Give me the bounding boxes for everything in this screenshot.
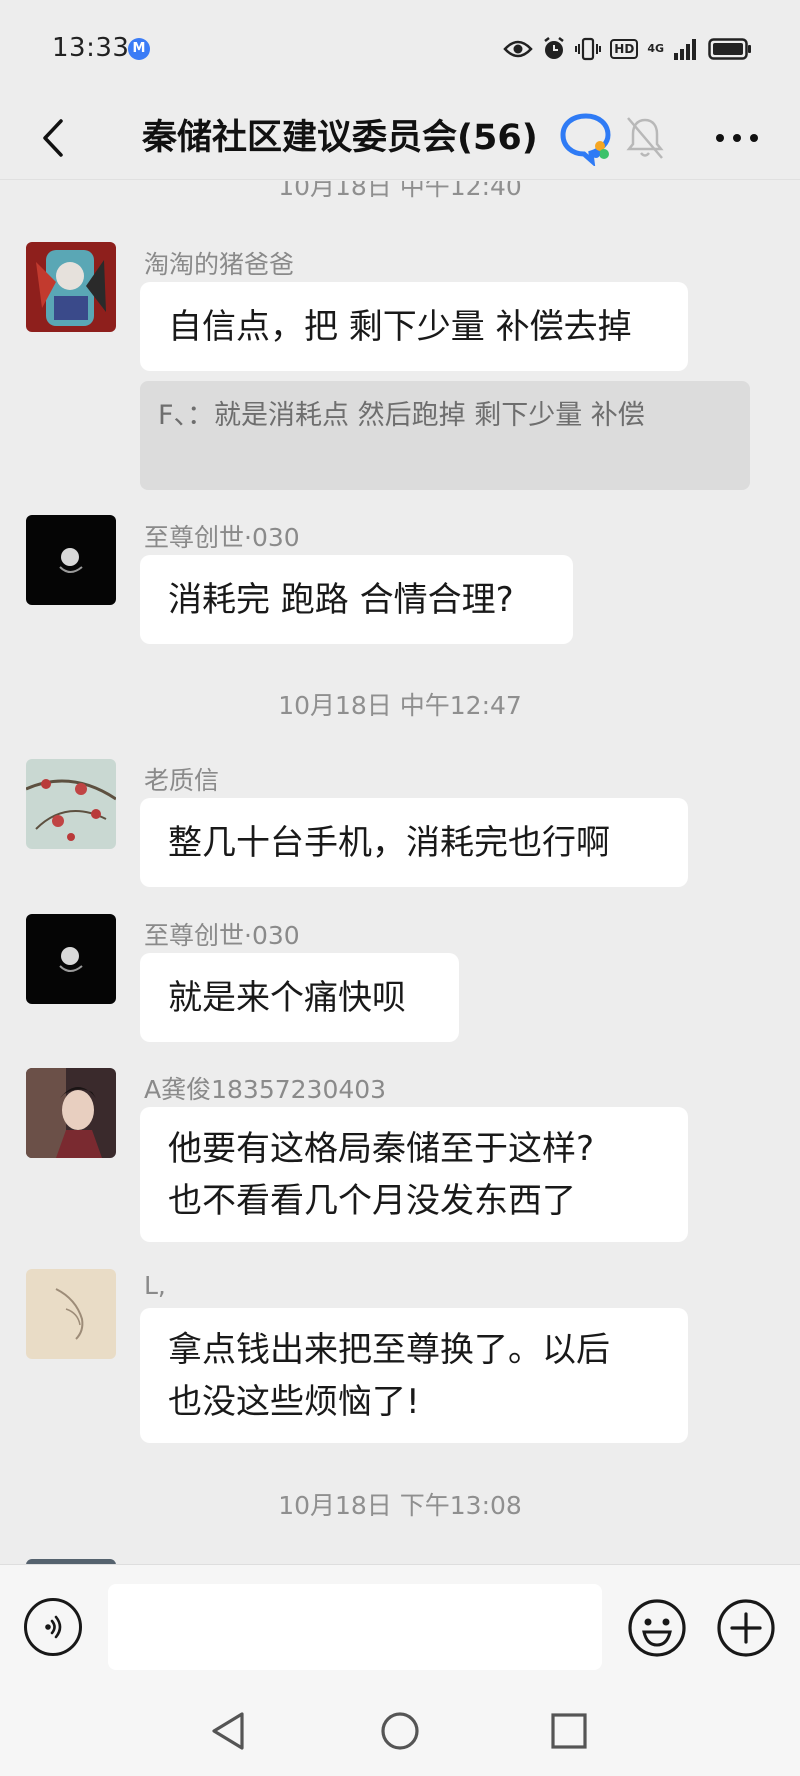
avatar[interactable] — [26, 242, 116, 332]
app-notification-icon: M — [128, 38, 150, 60]
alarm-icon — [544, 37, 565, 59]
voice-button[interactable] — [24, 1598, 82, 1656]
more-button[interactable] — [704, 110, 770, 166]
message-text: 就是来个痛快呗 — [168, 977, 406, 1018]
network-type-label: 4G — [647, 42, 664, 55]
status-time: 13:33 — [52, 33, 130, 63]
status-icons: HD 4G — [503, 34, 752, 64]
message-text: 整几十台手机，消耗完也行啊 — [168, 822, 610, 863]
sender-name: A龚俊18357230403 — [144, 1075, 387, 1104]
sender-name: 老质信 — [144, 766, 220, 795]
chat-title[interactable]: 秦储社区建议委员会(56) — [142, 96, 538, 180]
message-input[interactable] — [108, 1584, 602, 1670]
quoted-message[interactable]: F、：就是消耗点 然后跑掉 剩下少量 补偿 — [140, 381, 750, 490]
chat-header: 秦储社区建议委员会(56) — [0, 96, 800, 180]
avatar[interactable] — [26, 759, 116, 849]
sender-name: 淘淘的猪爸爸 — [144, 250, 295, 279]
message-bubble[interactable]: 他要有这格局秦储至于这样? 也不看看几个月没发东西了 — [140, 1107, 688, 1242]
back-triangle-icon[interactable] — [206, 1708, 252, 1754]
signal-icon — [674, 39, 696, 60]
home-circle-icon[interactable] — [377, 1708, 423, 1754]
message-bubble[interactable]: 拿点钱出来把至尊换了。以后 也没这些烦恼了! — [140, 1308, 688, 1443]
message-bubble[interactable]: 就是来个痛快呗 — [140, 953, 459, 1042]
chevron-left-icon — [43, 119, 63, 157]
status-bar: 13:33 M HD 4G — [0, 0, 800, 96]
timestamp: 10月18日 中午12:47 — [278, 691, 522, 720]
hd-icon: HD — [610, 39, 639, 59]
message-bubble[interactable]: 整几十台手机，消耗完也行啊 — [140, 798, 688, 887]
input-bar — [0, 1564, 800, 1686]
message-text: 他要有这格局秦储至于这样? 也不看看几个月没发东西了 — [168, 1128, 595, 1221]
avatar[interactable] — [26, 914, 116, 1004]
sender-name: 至尊创世·030 — [144, 921, 300, 950]
sender-name: 至尊创世·030 — [144, 523, 300, 552]
ellipsis-icon — [716, 134, 758, 142]
message-text: 拿点钱出来把至尊换了。以后 也没这些烦恼了! — [168, 1329, 610, 1422]
avatar[interactable] — [26, 1269, 116, 1359]
eye-icon — [503, 40, 534, 58]
voice-icon — [45, 1615, 62, 1639]
emoji-icon[interactable] — [627, 1598, 687, 1658]
avatar[interactable] — [26, 515, 116, 605]
message-list[interactable]: 10月18日 中午12:40 淘淘的猪爸爸 自信点，把 剩下少量 补偿去掉 F、… — [0, 181, 800, 1564]
system-navigation-bar — [0, 1686, 800, 1776]
recents-square-icon[interactable] — [546, 1708, 592, 1754]
message-text: 自信点，把 剩下少量 补偿去掉 — [168, 306, 632, 347]
message-bubble[interactable]: 消耗完 跑路 合情合理? — [140, 555, 573, 644]
timestamp: 10月18日 下午13:08 — [278, 1491, 522, 1520]
sender-name: L, — [144, 1271, 166, 1300]
bell-muted-icon — [626, 117, 664, 159]
channel-bubble-icon[interactable] — [558, 110, 614, 166]
message-text: 消耗完 跑路 合情合理? — [168, 579, 514, 620]
avatar[interactable] — [26, 1068, 116, 1158]
vibrate-icon — [575, 37, 602, 61]
battery-icon — [708, 38, 751, 60]
message-bubble[interactable]: 自信点，把 剩下少量 补偿去掉 — [140, 282, 688, 371]
timestamp: 10月18日 中午12:40 — [278, 181, 522, 201]
back-button[interactable] — [24, 108, 84, 168]
plus-icon[interactable] — [716, 1598, 776, 1658]
